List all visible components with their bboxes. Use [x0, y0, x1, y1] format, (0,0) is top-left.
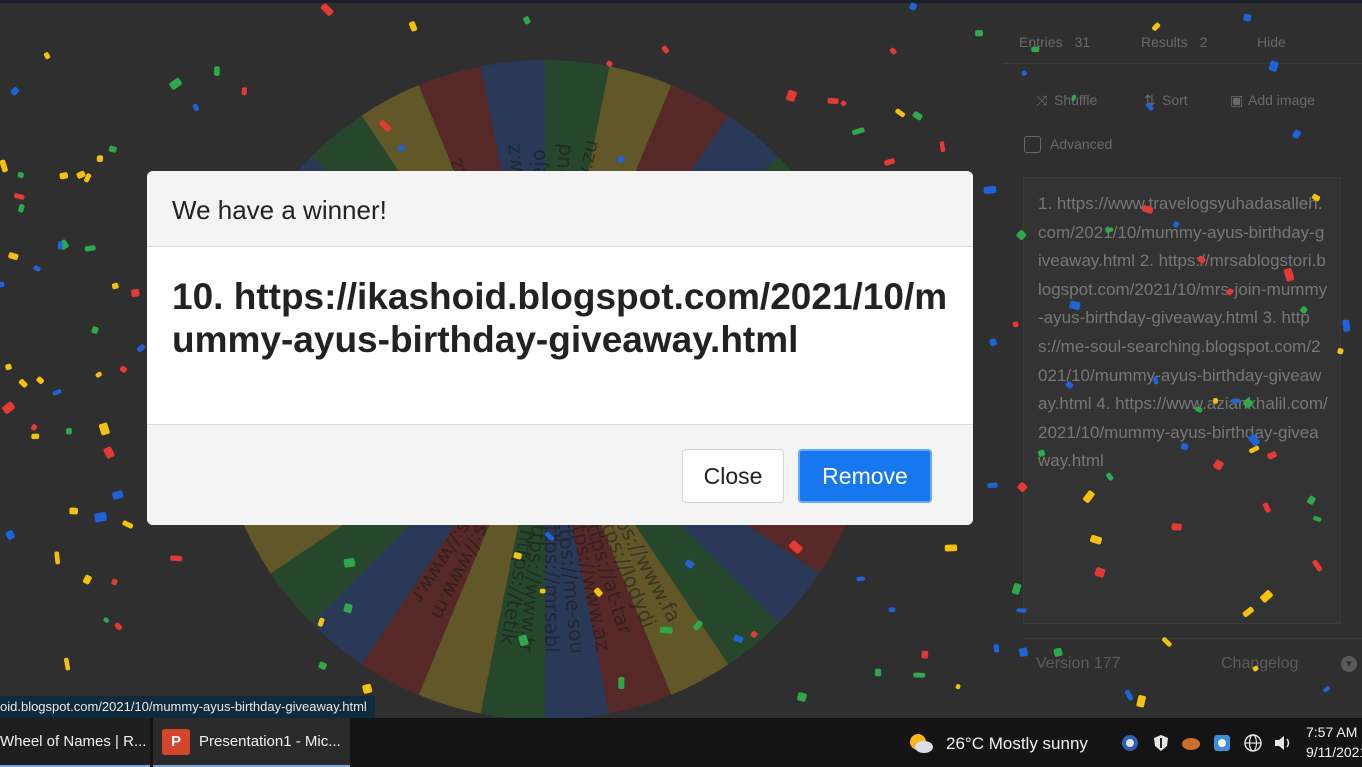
- battery-brand-icon[interactable]: [1181, 733, 1201, 753]
- taskbar-item-label: Wheel of Names | R...: [0, 733, 147, 750]
- tab-hide-label: Hide: [1257, 34, 1286, 50]
- advanced-checkbox[interactable]: [1024, 136, 1041, 153]
- security-icon[interactable]: [1120, 733, 1140, 753]
- advanced-label: Advanced: [1050, 136, 1113, 152]
- dialog-title: We have a winner!: [172, 195, 387, 225]
- chevron-down-icon[interactable]: ▾: [1341, 656, 1357, 672]
- shuffle-button[interactable]: ⤨ Shuffle: [1036, 92, 1097, 109]
- dialog-header: We have a winner!: [147, 171, 973, 247]
- status-bar-url: oid.blogspot.com/2021/10/mummy-ayus-birt…: [0, 696, 375, 718]
- tab-results-label: Results: [1141, 34, 1188, 50]
- dialog-body: 10. https://ikashoid.blogspot.com/2021/1…: [147, 247, 973, 424]
- taskbar-item-label: Presentation1 - Mic...: [199, 733, 341, 750]
- remove-button[interactable]: Remove: [798, 449, 932, 503]
- taskbar-item-powerpoint[interactable]: P Presentation1 - Mic...: [153, 718, 350, 767]
- app-tray-icon[interactable]: [1212, 733, 1232, 753]
- shield-icon[interactable]: [1151, 733, 1171, 753]
- close-button[interactable]: Close: [682, 449, 784, 503]
- taskbar-item-wheel-of-names[interactable]: Wheel of Names | R...: [0, 718, 150, 767]
- tab-entries[interactable]: Entries 31: [1019, 34, 1090, 50]
- sort-button[interactable]: ⇅ Sort: [1144, 92, 1188, 109]
- add-image-button[interactable]: ▣ Add image: [1230, 92, 1315, 109]
- tab-strip: Entries 31 Results 2 Hide: [1003, 20, 1362, 64]
- volume-icon[interactable]: [1273, 733, 1293, 753]
- tab-results[interactable]: Results 2: [1141, 34, 1207, 50]
- tab-entries-count: 31: [1074, 34, 1091, 50]
- taskbar: Wheel of Names | R... P Presentation1 - …: [0, 718, 1362, 767]
- clock-date: 9/11/2021: [1306, 744, 1362, 760]
- wheel-of-names-app: 32. https://tetik 1. https://www.tr 2. htt…: [0, 0, 1362, 718]
- sort-icon: ⇅: [1144, 92, 1156, 108]
- winner-dialog: We have a winner! 10. https://ikashoid.b…: [147, 171, 973, 525]
- dialog-footer: Close Remove: [147, 424, 973, 525]
- add-image-label: Add image: [1248, 92, 1315, 108]
- version-text: Version 177: [1036, 655, 1121, 672]
- changelog-link[interactable]: Changelog: [1221, 655, 1298, 673]
- version-row: Version 177 Changelog ▾: [1023, 638, 1362, 688]
- sort-label: Sort: [1162, 92, 1188, 108]
- partly-sunny-icon[interactable]: [908, 732, 934, 754]
- tab-entries-label: Entries: [1019, 34, 1063, 50]
- weather-text[interactable]: 26°C Mostly sunny: [946, 718, 1088, 767]
- entries-textarea[interactable]: 1. https://www.travelogsyuhadasalleh.com…: [1023, 177, 1341, 624]
- side-panel: Entries 31 Results 2 Hide ⤨ Shuffle ⇅ Sort ▣…: [1003, 20, 1362, 718]
- tab-hide[interactable]: Hide: [1257, 34, 1286, 50]
- image-icon: ▣: [1230, 92, 1244, 108]
- network-icon[interactable]: [1243, 733, 1263, 753]
- shuffle-icon: ⤨: [1036, 92, 1048, 108]
- shuffle-label: Shuffle: [1054, 92, 1098, 108]
- powerpoint-icon: P: [162, 729, 190, 755]
- tab-results-count: 2: [1199, 34, 1208, 50]
- clock-time: 7:57 AM: [1306, 724, 1358, 740]
- system-clock[interactable]: 7:57 AM 9/11/2021: [1306, 722, 1362, 762]
- winner-text: 10. https://ikashoid.blogspot.com/2021/1…: [172, 276, 948, 360]
